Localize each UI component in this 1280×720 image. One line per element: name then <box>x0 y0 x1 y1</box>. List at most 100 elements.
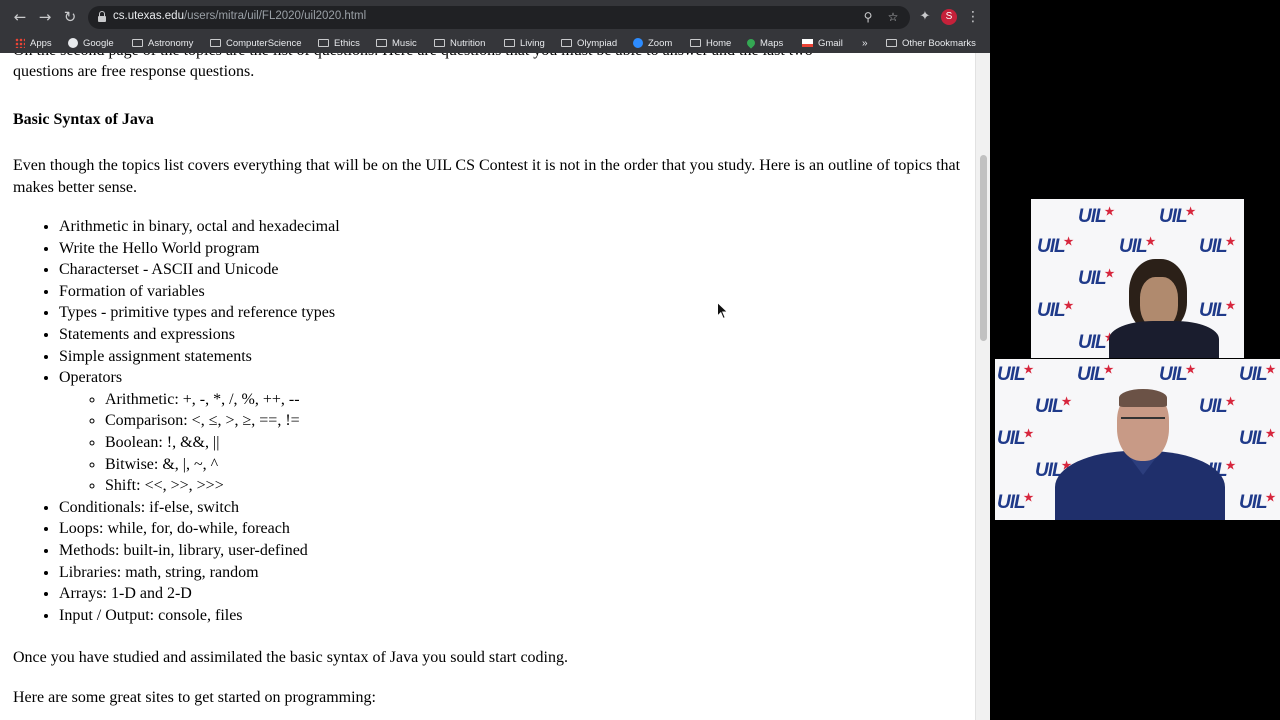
star-icon: ★ <box>1225 236 1236 248</box>
url-text[interactable]: cs.utexas.edu/users/mitra/uil/FL2020/uil… <box>113 10 366 22</box>
bookmark-label: Living <box>520 38 545 49</box>
star-icon: ★ <box>1225 460 1236 472</box>
uil-logo-text: UIL <box>1239 492 1268 513</box>
folder-icon <box>561 39 572 47</box>
bookmark-olympiad[interactable]: Olympiad <box>561 36 617 51</box>
bookmark-astronomy[interactable]: Astronomy <box>132 36 193 51</box>
address-bar[interactable]: cs.utexas.edu/users/mitra/uil/FL2020/uil… <box>88 6 910 29</box>
operators-label: Operators <box>59 369 123 387</box>
uil-logo-text: UIL <box>1078 268 1107 289</box>
presenter-1-body <box>1109 321 1219 358</box>
lock-icon[interactable] <box>98 11 106 22</box>
star-icon: ★ <box>1104 206 1115 218</box>
list-item: Statements and expressions <box>59 324 340 346</box>
bookmark-label: Home <box>706 38 732 49</box>
list-item: Arrays: 1-D and 2-D <box>59 583 340 605</box>
star-icon: ★ <box>1265 428 1276 440</box>
bookmark-label: Apps <box>30 38 52 49</box>
list-item: Write the Hello World program <box>59 238 340 260</box>
section-heading: Basic Syntax of Java <box>13 111 154 128</box>
bookmark-nutrition[interactable]: Nutrition <box>434 36 485 51</box>
uil-logo: UIL★ <box>1037 300 1074 323</box>
uil-logo-text: UIL <box>1239 364 1268 385</box>
uil-logo: UIL★ <box>1077 364 1114 387</box>
uil-logo: UIL★ <box>1239 428 1276 451</box>
uil-logo-text: UIL <box>1159 364 1188 385</box>
profile-avatar[interactable]: S <box>941 9 957 25</box>
uil-logo-text: UIL <box>1037 236 1066 257</box>
scrollbar-thumb[interactable] <box>980 155 987 341</box>
bookmark-maps[interactable]: Maps <box>745 36 784 51</box>
list-item: Libraries: math, string, random <box>59 562 340 584</box>
star-icon: ★ <box>1225 300 1236 312</box>
bookmark-google[interactable]: Google <box>68 36 114 51</box>
bookmark-label: Nutrition <box>450 38 486 49</box>
uil-logo: UIL★ <box>997 364 1033 387</box>
sub-list-item: Bitwise: &, |, ~, ^ <box>105 454 340 476</box>
bookmark-apps[interactable]: Apps <box>15 36 52 51</box>
forward-arrow-icon[interactable]: → <box>36 8 54 26</box>
puzzle-icon[interactable]: ✦ <box>917 9 933 25</box>
star-icon: ★ <box>1185 206 1196 218</box>
browser-toolbar: ← → ↻ cs.utexas.edu/users/mitra/uil/FL20… <box>0 0 990 34</box>
uil-logo-text: UIL <box>1239 428 1268 449</box>
video-tile-presenter-2: UIL★ UIL★ UIL★ UIL★ UIL★ UIL★ UIL★ UIL★ … <box>995 359 1280 520</box>
uil-logo: UIL★ <box>1037 236 1073 259</box>
uil-logo-text: UIL <box>997 428 1026 449</box>
bookmark-label: Maps <box>760 38 784 49</box>
uil-logo-text: UIL <box>1078 332 1107 353</box>
folder-icon <box>318 39 329 47</box>
video-tile-presenter-1: UIL★ UIL★ UIL★ UIL★ UIL★ UIL★ UIL★ UIL★ … <box>1031 199 1244 358</box>
bookmark-computerscience[interactable]: ComputerScience <box>210 36 302 51</box>
bookmark-label: ComputerScience <box>226 38 302 49</box>
sub-list-item: Comparison: <, ≤, >, ≥, ==, != <box>105 410 340 432</box>
uil-logo: UIL★ <box>1159 206 1196 229</box>
bookmark-label: Other Bookmarks <box>902 38 976 49</box>
uil-logo-text: UIL <box>997 492 1026 513</box>
bookmark-gmail[interactable]: Gmail <box>802 36 843 51</box>
bookmark-star-icon[interactable]: ☆ <box>885 9 901 25</box>
presenter-2-glasses <box>1121 417 1165 427</box>
folder-icon <box>504 39 515 47</box>
topics-list: Arithmetic in binary, octal and hexadeci… <box>13 216 340 626</box>
uil-logo: UIL★ <box>1199 300 1236 323</box>
back-arrow-icon[interactable]: ← <box>11 8 29 26</box>
uil-logo-text: UIL <box>1199 396 1228 417</box>
kebab-menu-icon[interactable]: ⋮ <box>966 8 980 26</box>
bookmarks-overflow-chevron[interactable]: » <box>862 36 868 51</box>
gmail-icon <box>802 39 813 47</box>
paragraph-tail: questions are free response questions. <box>13 63 255 80</box>
uil-logo: UIL★ <box>1159 364 1195 387</box>
uil-logo: UIL★ <box>1119 236 1155 259</box>
bookmark-zoom[interactable]: Zoom <box>633 36 672 51</box>
list-item: Simple assignment statements <box>59 346 340 368</box>
list-item: Types - primitive types and reference ty… <box>59 302 340 324</box>
bookmark-label: Music <box>392 38 417 49</box>
bookmark-home[interactable]: Home <box>690 36 731 51</box>
sub-list-item: Shift: <<, >>, >>> <box>105 475 340 497</box>
zoom-icon[interactable]: ⚲ <box>860 9 876 25</box>
bookmark-living[interactable]: Living <box>504 36 545 51</box>
vertical-scrollbar[interactable] <box>975 53 990 720</box>
star-icon: ★ <box>1023 428 1034 440</box>
list-item: Characterset - ASCII and Unicode <box>59 259 340 281</box>
bookmark-other[interactable]: Other Bookmarks <box>886 36 976 51</box>
list-item: Loops: while, for, do-while, foreach <box>59 518 340 540</box>
url-path: /users/mitra/uil/FL2020/uil2020.html <box>183 10 367 22</box>
bookmark-music[interactable]: Music <box>376 36 417 51</box>
star-icon: ★ <box>1063 300 1074 312</box>
uil-logo: UIL★ <box>1035 396 1071 419</box>
uil-logo-text: UIL <box>1078 206 1107 227</box>
bookmark-ethics[interactable]: Ethics <box>318 36 360 51</box>
sites-paragraph: Here are some great sites to get started… <box>13 689 376 706</box>
page-viewport: On the second page of the topics are the… <box>0 53 990 720</box>
list-item: Methods: built-in, library, user-defined <box>59 540 340 562</box>
star-icon: ★ <box>1265 492 1276 504</box>
reload-icon[interactable]: ↻ <box>61 8 79 26</box>
list-item-operators: Operators Arithmetic: +, -, *, /, %, ++,… <box>59 367 340 497</box>
bookmark-label: Gmail <box>818 38 843 49</box>
operators-sublist: Arithmetic: +, -, *, /, %, ++, -- Compar… <box>59 389 340 497</box>
uil-logo-text: UIL <box>997 364 1026 385</box>
star-icon: ★ <box>1103 364 1114 376</box>
uil-logo-text: UIL <box>1077 364 1106 385</box>
